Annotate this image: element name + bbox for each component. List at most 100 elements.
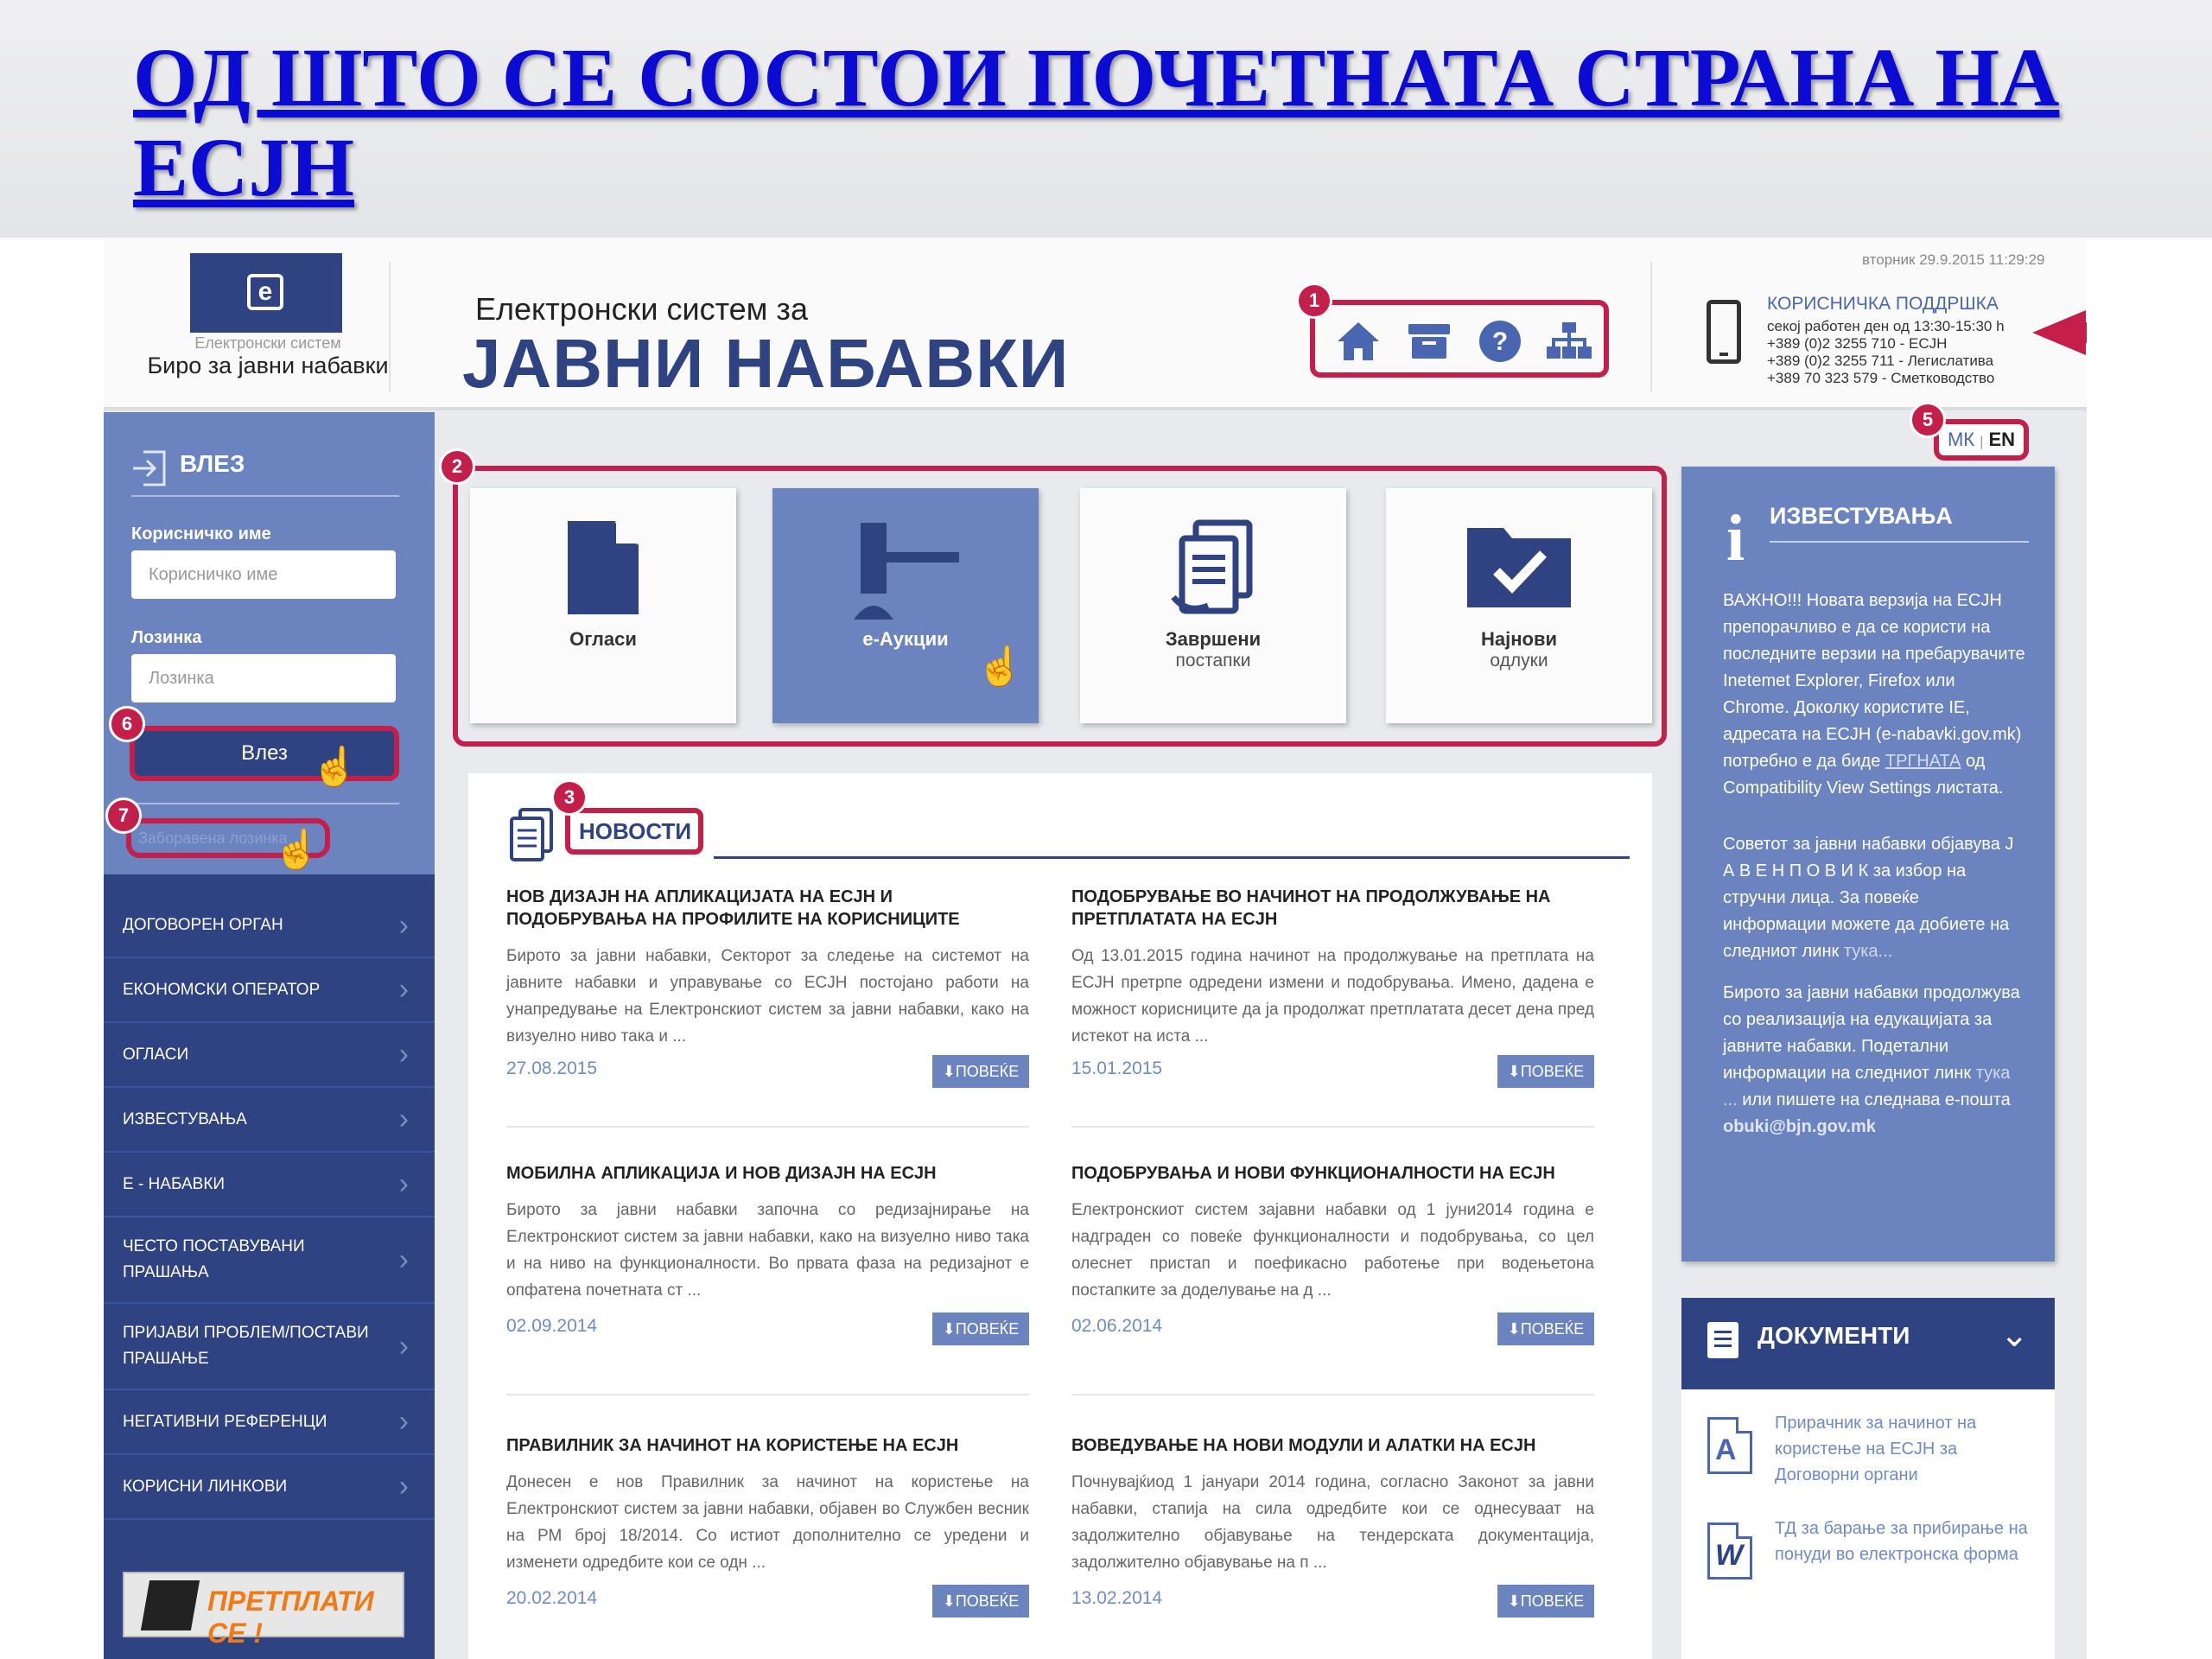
more-button[interactable]: ⬇ПОВЕЌЕ [932, 1313, 1029, 1345]
documents-title: ДОКУМЕНТИ [1758, 1322, 1910, 1349]
article-date: 20.02.2014 [506, 1588, 598, 1608]
article-date: 15.01.2015 [1071, 1058, 1163, 1078]
marker-5: 5 [1910, 402, 1946, 438]
archive-icon[interactable] [1405, 317, 1453, 365]
home-icon[interactable] [1334, 317, 1382, 365]
sidebar-item-contracting-authority[interactable]: ДОГОВОРЕН ОРГАН › [104, 894, 435, 958]
header-icon-group: ? [1310, 300, 1609, 378]
notice-link[interactable]: тука... [1844, 942, 1892, 961]
article-excerpt: Донесен е нов Правилник за начинот на ко… [506, 1473, 1029, 1572]
login-button[interactable]: Влез [130, 726, 399, 781]
sidebar-item-report-problem[interactable]: ПРИЈАВИ ПРОБЛЕМ/ПОСТАВИ ПРАШАЊЕ › [104, 1304, 435, 1390]
support-title[interactable]: КОРИСНИЧКА ПОДДРШКА [1767, 294, 1999, 315]
menu-label: ИЗВЕСТУВАЊА [123, 1109, 247, 1128]
menu-label: ОГЛАСИ [123, 1045, 189, 1064]
header-divider [389, 262, 391, 391]
article-title[interactable]: ВОВЕДУВАЊЕ НА НОВИ МОДУЛИ И АЛАТКИ НА ЕС… [1071, 1434, 1594, 1457]
article-date: 27.08.2015 [506, 1058, 598, 1078]
slide-title: ОД ШТО СЕ СОСТОИ ПОЧЕТНАТА СТРАНА НА ЕСЈ… [133, 31, 2060, 213]
word-file-icon: W [1707, 1522, 1752, 1580]
documents-header[interactable]: ДОКУМЕНТИ ⌄ [1681, 1298, 2055, 1389]
notice-text: ВАЖНО!!! Новата верзија на ЕСЈН препорач… [1723, 591, 2025, 771]
article-title[interactable]: ПОДОБРУВАЊА И НОВИ ФУНКЦИОНАЛНОСТИ НА ЕС… [1071, 1162, 1594, 1185]
document-link[interactable]: ТД за барање за прибирање на понуди во е… [1775, 1516, 2034, 1567]
menu-label: Е - НАБАВКИ [123, 1174, 226, 1193]
hand-cursor-icon: ☝ [273, 829, 321, 871]
sidebar-item-useful-links[interactable]: КОРИСНИ ЛИНКОВИ › [104, 1455, 435, 1520]
tile-sublabel: одлуки [1490, 651, 1548, 671]
help-icon[interactable]: ? [1476, 317, 1524, 365]
article-date: 02.06.2014 [1071, 1316, 1163, 1336]
header-divider [1650, 262, 1652, 391]
tile-latest-decisions[interactable]: Најнови одлуки [1386, 488, 1652, 723]
more-button[interactable]: ⬇ПОВЕЌЕ [932, 1055, 1029, 1088]
logo-caption-small: Електронски систем [194, 334, 341, 352]
sidebar-item-negative-references[interactable]: НЕГАТИВНИ РЕФЕРЕНЦИ › [104, 1390, 435, 1455]
divider [1770, 541, 2029, 543]
sitemap-icon[interactable] [1545, 317, 1593, 365]
site-logo[interactable]: e [190, 253, 342, 333]
support-line: +389 70 323 579 - Сметководство [1767, 370, 1995, 386]
sidebar-item-e-procurement[interactable]: Е - НАБАВКИ › [104, 1153, 435, 1217]
tile-e-auctions[interactable]: е-Аукции ☝ [772, 488, 1039, 723]
article-excerpt: Од 13.01.2015 година начинот на продолжу… [1071, 947, 1594, 1046]
article-excerpt: Почнувајќиод 1 јануари 2014 година, согл… [1071, 1473, 1594, 1572]
menu-label: НЕГАТИВНИ РЕФЕРЕНЦИ [123, 1412, 327, 1431]
article-excerpt: Бирото за јавни набавки започна со редиз… [506, 1201, 1029, 1300]
menu-label: ЧЕСТО ПОСТАВУВАНИ ПРАШАЊА [123, 1237, 305, 1281]
notice-paragraph: Советот за јавни набавки објавува J А В … [1723, 831, 2025, 965]
marker-3: 3 [551, 779, 588, 816]
notice-text: или пишете на следнава е-пошта [1737, 1090, 2011, 1109]
pdf-file-icon: A [1707, 1417, 1752, 1474]
language-switcher: МК | EN [1934, 419, 2029, 461]
more-button[interactable]: ⬇ПОВЕЌЕ [1497, 1313, 1594, 1345]
more-button[interactable]: ⬇ПОВЕЌЕ [932, 1585, 1029, 1618]
notices-panel: i ИЗВЕСТУВАЊА ВАЖНО!!! Новата верзија на… [1681, 467, 2055, 1262]
menu-label: ЕКОНОМСКИ ОПЕРАТОР [123, 980, 321, 999]
chevron-down-icon[interactable]: ⌄ [1999, 1315, 2029, 1355]
article-date: 02.09.2014 [506, 1316, 598, 1336]
sidebar-item-announcements[interactable]: ИЗВЕСТУВАЊА › [104, 1088, 435, 1153]
document-list-icon [1707, 1322, 1738, 1358]
article-title[interactable]: ПОДОБРУВАЊЕ ВО НАЧИНОТ НА ПРОДОЛЖУВАЊЕ Н… [1071, 886, 1594, 931]
divider [1071, 1394, 1594, 1395]
subscribe-banner[interactable]: ПРЕТПЛАТИ СЕ ! [123, 1572, 404, 1649]
support-line: +389 (0)2 3255 710 - ЕСЈН [1767, 335, 1948, 352]
menu-label: ПРИЈАВИ ПРОБЛЕМ/ПОСТАВИ ПРАШАЊЕ [123, 1324, 369, 1368]
username-input[interactable] [131, 550, 396, 599]
news-header: НОВОСТИ [506, 801, 1630, 863]
document-item[interactable]: A Прирачник за начинот на користење на Е… [1707, 1410, 2036, 1505]
support-line: секој работен ден од 13:30-15:30 h [1767, 318, 2005, 334]
support-line: +389 (0)2 3255 711 - Легислатива [1767, 353, 1994, 369]
pointer-arrow [2032, 310, 2087, 355]
more-button[interactable]: ⬇ПОВЕЌЕ [1497, 1055, 1594, 1088]
chevron-right-icon: › [398, 973, 409, 1006]
password-input[interactable] [131, 654, 396, 702]
article-title[interactable]: НОВ ДИЗАЈН НА АПЛИКАЦИЈАТА НА ЕСЈН И ПОД… [506, 886, 1029, 931]
lang-en[interactable]: EN [1989, 429, 2016, 450]
lang-mk[interactable]: МК [1948, 429, 1974, 450]
document-item[interactable]: W ТД за барање за прибирање на понуди во… [1707, 1516, 2036, 1611]
logo-caption: Биро за јавни набавки [147, 353, 389, 378]
more-button[interactable]: ⬇ПОВЕЌЕ [1497, 1585, 1594, 1618]
news-panel: НОВОСТИ НОВ ДИЗАЈН НА АПЛИКАЦИЈАТА НА ЕС… [468, 773, 1652, 1659]
login-title: ВЛЕЗ [180, 450, 245, 477]
site-header: e Електронски систем Биро за јавни набав… [104, 238, 2087, 410]
notice-link[interactable]: ТРГНАТА [1885, 752, 1961, 771]
hand-cursor-icon: ☝ [976, 645, 1024, 688]
document-link[interactable]: Прирачник за начинот на користење на ЕСЈ… [1775, 1410, 2034, 1488]
sidebar-item-faq[interactable]: ЧЕСТО ПОСТАВУВАНИ ПРАШАЊА › [104, 1217, 435, 1304]
sidebar-item-economic-operator[interactable]: ЕКОНОМСКИ ОПЕРАТОР › [104, 958, 435, 1023]
email-link[interactable]: obuki@bjn.gov.mk [1723, 1117, 1876, 1136]
menu-label: КОРИСНИ ЛИНКОВИ [123, 1477, 288, 1496]
folder-check-icon [1386, 519, 1652, 623]
tile-notices[interactable]: Огласи [470, 488, 736, 723]
news-article: ВОВЕДУВАЊЕ НА НОВИ МОДУЛИ И АЛАТКИ НА ЕС… [1071, 1434, 1594, 1650]
article-excerpt: Бирото за јавни набавки, Секторот за сле… [506, 947, 1029, 1046]
sidebar-menu: ДОГОВОРЕН ОРГАН › ЕКОНОМСКИ ОПЕРАТОР › ОГЛ… [104, 894, 435, 1520]
article-title[interactable]: ПРАВИЛНИК ЗА НАЧИНОТ НА КОРИСТЕЊЕ НА ЕСЈ… [506, 1434, 1029, 1457]
article-title[interactable]: МОБИЛНА АПЛИКАЦИЈА И НОВ ДИЗАЈН НА ЕСЈН [506, 1162, 1029, 1185]
tile-completed-procedures[interactable]: Завршени постапки [1080, 488, 1346, 723]
sidebar-item-notices-ads[interactable]: ОГЛАСИ › [104, 1023, 435, 1088]
news-article: НОВ ДИЗАЈН НА АПЛИКАЦИЈАТА НА ЕСЈН И ПОД… [506, 886, 1029, 1128]
